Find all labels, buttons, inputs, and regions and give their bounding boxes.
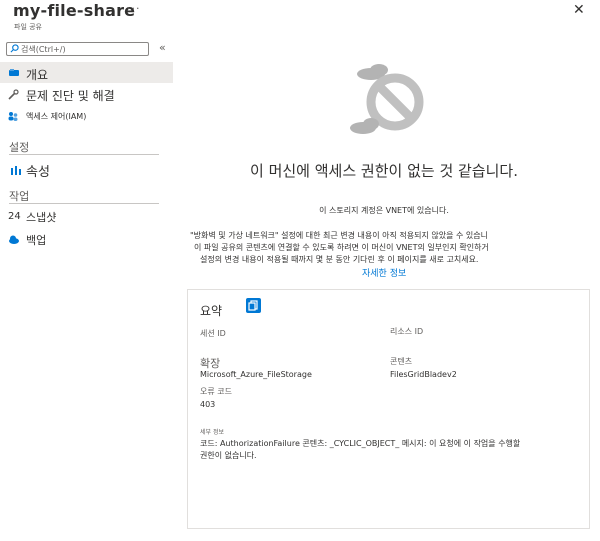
- resource-id-label: 리소스 ID: [390, 327, 424, 336]
- extension-value: Microsoft_Azure_FileStorage: [200, 370, 312, 379]
- learn-more-link[interactable]: 자세한 정보: [362, 266, 406, 279]
- more-options-button[interactable]: ···: [127, 2, 141, 15]
- sidebar-item-properties[interactable]: 속성: [26, 161, 50, 180]
- error-code-label: 오류 코드: [200, 387, 232, 396]
- sidebar-item-backup[interactable]: 백업: [26, 232, 46, 248]
- details-line2: 권한이 없습니다.: [200, 451, 257, 460]
- content-label: 콘텐츠: [390, 357, 413, 366]
- sidebar-item-diagnose[interactable]: 문제 진단 및 해결: [26, 87, 115, 104]
- sidebar-item-iam[interactable]: 액세스 제어(IAM): [26, 111, 86, 122]
- details-line1: 코드: AuthorizationFailure 콘텐츠: _CYCLIC_OB…: [200, 439, 521, 448]
- firewall-message: "방화벽 및 가상 네트워크" 설정에 대한 최근 변경 내용이 아직 적용되지…: [190, 231, 489, 240]
- file-share-icon: [9, 69, 19, 76]
- sidebar-item-snapshots[interactable]: 스냅샷: [26, 209, 56, 225]
- access-denied-heading: 이 머신에 액세스 권한이 없는 것 같습니다.: [250, 162, 518, 180]
- sidebar-item-overview-label: 개요: [26, 68, 49, 82]
- extension-label: 확장: [200, 357, 221, 370]
- search-placeholder: 검색(Ctrl+/): [21, 45, 66, 54]
- page-title: my-file-share: [13, 1, 136, 20]
- details-label: 세부 정보: [200, 429, 224, 436]
- people-icon: [8, 112, 18, 121]
- section-divider: [9, 154, 159, 155]
- copy-button[interactable]: [246, 298, 261, 313]
- section-settings-heading: 설정: [9, 141, 30, 154]
- properties-icon: [11, 166, 21, 175]
- wrench-icon: [8, 89, 19, 100]
- section-divider: [9, 203, 159, 204]
- collapse-sidebar-button[interactable]: «: [159, 41, 166, 54]
- no-access-icon: [350, 64, 424, 134]
- copy-icon: [248, 300, 258, 311]
- page-subtitle: 파일 공유: [14, 23, 42, 31]
- refresh-message: 설정의 변경 내용이 적용될 때까지 몇 분 동안 기다린 후 이 페이지를 새…: [200, 255, 479, 264]
- search-icon: [10, 44, 19, 53]
- session-id-label: 세션 ID: [200, 329, 226, 338]
- content-value: FilesGridBladev2: [390, 370, 457, 379]
- summary-card: [187, 289, 590, 529]
- error-code-value: 403: [200, 400, 216, 409]
- cloud-backup-icon: [9, 235, 19, 244]
- vnet-message: 이 스토리지 계정은 VNET에 있습니다.: [319, 206, 449, 215]
- summary-title: 요약: [200, 304, 223, 318]
- connect-message: 이 파일 공유의 콘텐츠에 연결할 수 있도록 하려면 이 머신이 VNET의 …: [194, 243, 489, 252]
- close-button[interactable]: ✕: [573, 2, 585, 18]
- snapshot-count: 24: [8, 211, 21, 222]
- section-operations-heading: 작업: [9, 190, 30, 203]
